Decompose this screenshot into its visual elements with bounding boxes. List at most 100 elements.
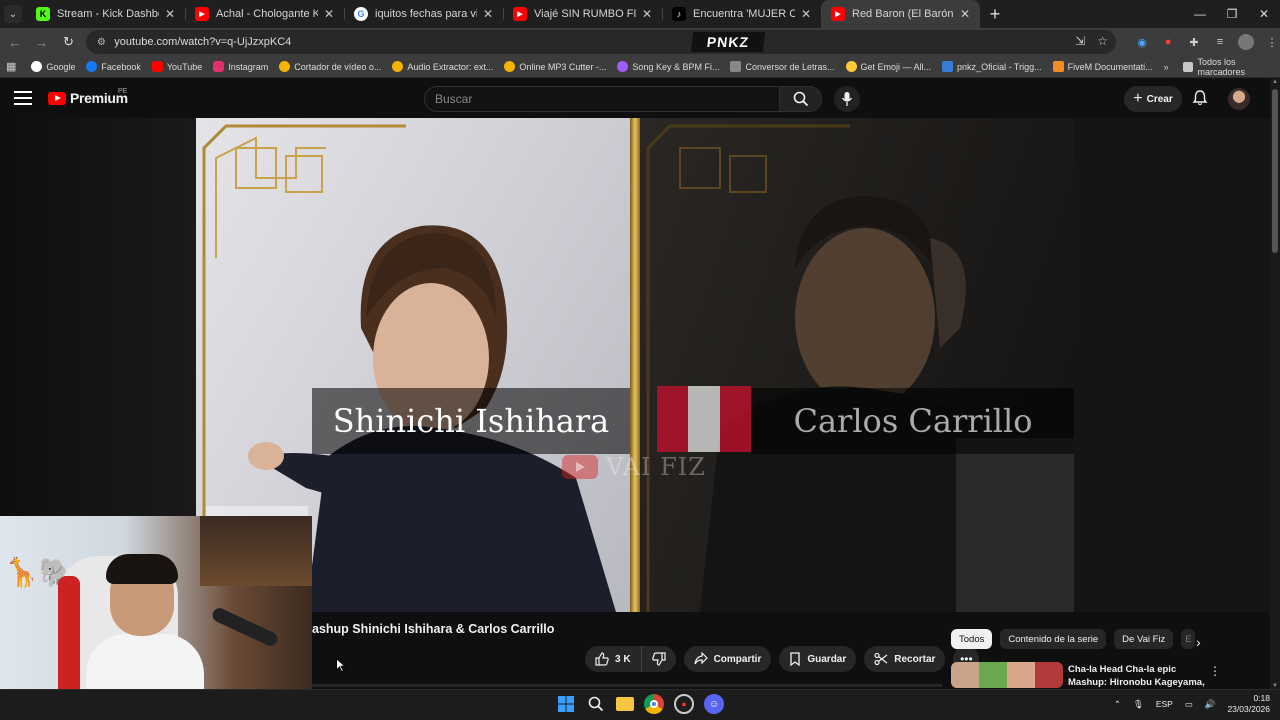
- close-icon[interactable]: ✕: [958, 7, 972, 21]
- kick-favicon-icon: K: [36, 7, 50, 21]
- bookmark-song-key[interactable]: Song Key & BPM Fi...: [617, 61, 719, 72]
- tray-expand-icon[interactable]: ⌃: [1114, 699, 1121, 710]
- tab-tiktok[interactable]: ♪ Encuentra 'MUJER CANTA ORA ✕: [662, 0, 821, 28]
- share-button[interactable]: Compartir: [683, 646, 772, 672]
- plus-icon: +: [1133, 90, 1143, 107]
- streamer-webcam-overlay: 🦒🐘: [0, 516, 312, 706]
- discord-icon[interactable]: ☺: [704, 694, 724, 714]
- browser-menu-icon[interactable]: ⋮: [1264, 34, 1280, 50]
- gold-divider: [630, 118, 640, 612]
- screen: ⌄ K Stream - Kick Dashboard ✕ ▶ Achal - …: [0, 0, 1280, 720]
- chip-truncated[interactable]: E: [1181, 629, 1196, 649]
- restore-icon[interactable]: ❐: [1216, 0, 1248, 28]
- close-icon[interactable]: ✕: [640, 7, 654, 21]
- minimize-icon[interactable]: —: [1184, 0, 1216, 28]
- chip-all[interactable]: Todos: [951, 629, 993, 649]
- video-actions: 3 K Compartir Guardar Recortar •••: [585, 646, 980, 672]
- url-actions: ⇲ ☆: [1075, 34, 1108, 48]
- search-button[interactable]: [780, 86, 822, 112]
- obs-record-icon[interactable]: ●: [674, 694, 694, 714]
- scroll-up-icon[interactable]: ▲: [1272, 79, 1278, 85]
- voice-search-button[interactable]: [834, 86, 860, 112]
- bookmark-instagram[interactable]: Instagram: [213, 61, 268, 72]
- search-input[interactable]: Buscar: [424, 86, 781, 112]
- tab-youtube-red-baron[interactable]: ▶ Red Baron (El Barón Rojo) oper ✕: [821, 0, 980, 28]
- bookmark-google[interactable]: Google: [31, 61, 75, 72]
- network-icon[interactable]: ▭: [1185, 699, 1193, 710]
- install-icon[interactable]: ⇲: [1075, 34, 1085, 48]
- taskbar-clock[interactable]: 0:18 23/03/2026: [1227, 693, 1270, 715]
- bookmarks-more-button[interactable]: »: [1164, 62, 1169, 72]
- thumbs-down-icon: [651, 652, 666, 666]
- address-bar-row: ← → ↻ ⚙ youtube.com/watch?v=q-UjJzxpKC4 …: [0, 28, 1280, 56]
- media-control-icon[interactable]: ≡: [1212, 34, 1228, 50]
- file-explorer-icon[interactable]: [616, 697, 634, 711]
- notifications-bell-icon[interactable]: [1191, 89, 1209, 107]
- chevron-right-icon[interactable]: ›: [1196, 635, 1210, 649]
- language-indicator[interactable]: ESP: [1156, 699, 1173, 709]
- chip-from-channel[interactable]: De Vai Fiz: [1114, 629, 1174, 649]
- scissors-icon: [874, 652, 888, 666]
- tiktok-favicon-icon: ♪: [672, 7, 686, 21]
- reload-icon[interactable]: ↻: [57, 30, 81, 54]
- dislike-button[interactable]: [640, 646, 676, 672]
- recommended-menu-icon[interactable]: ⋮: [1209, 664, 1221, 678]
- close-icon[interactable]: ✕: [322, 7, 336, 21]
- clip-button[interactable]: Recortar: [864, 646, 946, 672]
- extensions-puzzle-icon[interactable]: ✚: [1186, 34, 1202, 50]
- search-box: Buscar: [424, 86, 822, 112]
- extension-audio-icon[interactable]: ◉: [1134, 34, 1150, 50]
- bookmark-facebook[interactable]: Facebook: [86, 61, 141, 72]
- tab-search-button[interactable]: ⌄: [0, 0, 26, 28]
- recommended-thumbnail[interactable]: [951, 662, 1063, 688]
- tab-title: iquitos fechas para viajar - Busca: [375, 8, 477, 20]
- tab-youtube-achal[interactable]: ▶ Achal - Chologante KARAOKE ( ✕: [185, 0, 344, 28]
- url-field[interactable]: ⚙ youtube.com/watch?v=q-UjJzxpKC4 PNKZ ⇲…: [86, 30, 1117, 54]
- microphone-icon: [841, 92, 853, 106]
- tab-kick[interactable]: K Stream - Kick Dashboard ✕: [26, 0, 185, 28]
- hamburger-menu-icon[interactable]: [14, 89, 32, 107]
- page-scrollbar[interactable]: ▲ ▼: [1270, 79, 1280, 689]
- bookmark-youtube[interactable]: YouTube: [151, 61, 202, 72]
- create-button[interactable]: + Crear: [1124, 86, 1182, 112]
- tray-mic-icon[interactable]: 🎙: [1133, 699, 1144, 710]
- bookmark-video-cutter[interactable]: Cortador de vídeo o...: [279, 61, 381, 72]
- all-bookmarks-folder[interactable]: Todos los marcadores: [1182, 57, 1270, 77]
- bookmark-pnkz-oficial[interactable]: pnkz_Oficial - Trigg...: [942, 61, 1042, 72]
- taskbar-search-icon[interactable]: [586, 694, 606, 714]
- profile-avatar-icon[interactable]: [1238, 34, 1255, 50]
- windows-start-icon[interactable]: [556, 694, 576, 714]
- chrome-icon[interactable]: [644, 694, 664, 714]
- video-right-panel-singer: [640, 118, 1074, 612]
- chevron-down-icon: ⌄: [4, 5, 22, 23]
- description-divider: [312, 684, 942, 687]
- like-button[interactable]: 3 K: [585, 646, 641, 672]
- account-avatar[interactable]: [1228, 88, 1250, 110]
- close-icon[interactable]: ✕: [799, 7, 813, 21]
- google-icon: [31, 61, 43, 72]
- bookmark-fivem-docs[interactable]: FiveM Documentati...: [1052, 61, 1153, 72]
- bookmark-star-icon[interactable]: ☆: [1097, 34, 1108, 48]
- extension-icons: ◉ ● ✚ ≡ ⋮: [1134, 34, 1280, 50]
- apps-grid-icon[interactable]: ▦: [6, 60, 19, 73]
- bookmark-mp3-cutter[interactable]: Online MP3 Cutter -...: [504, 61, 606, 72]
- close-window-icon[interactable]: ✕: [1248, 0, 1280, 28]
- chip-series-content[interactable]: Contenido de la serie: [1000, 629, 1107, 649]
- tab-google-search[interactable]: G iquitos fechas para viajar - Busca ✕: [344, 0, 503, 28]
- close-icon[interactable]: ✕: [481, 7, 495, 21]
- forward-icon[interactable]: →: [30, 30, 54, 54]
- close-icon[interactable]: ✕: [163, 7, 177, 21]
- bookmark-get-emoji[interactable]: Get Emoji — All...: [845, 61, 931, 72]
- tab-youtube-viaje[interactable]: ▶ Viajé SIN RUMBO FIJO al Coraz ✕: [503, 0, 662, 28]
- bookmark-letter-converter[interactable]: Conversor de Letras...: [730, 61, 835, 72]
- site-info-icon[interactable]: ⚙: [94, 35, 108, 49]
- youtube-premium-logo[interactable]: Premium PE: [48, 88, 128, 106]
- bookmark-audio-extractor[interactable]: Audio Extractor: ext...: [392, 61, 493, 72]
- back-icon[interactable]: ←: [3, 30, 27, 54]
- volume-icon[interactable]: 🔊: [1205, 699, 1216, 710]
- pnkz-logo-overlay: PNKZ: [691, 32, 766, 52]
- save-button[interactable]: Guardar: [779, 646, 857, 672]
- extension-red-icon[interactable]: ●: [1160, 34, 1176, 50]
- scrollbar-thumb[interactable]: [1272, 89, 1278, 253]
- new-tab-button[interactable]: +: [980, 0, 1010, 28]
